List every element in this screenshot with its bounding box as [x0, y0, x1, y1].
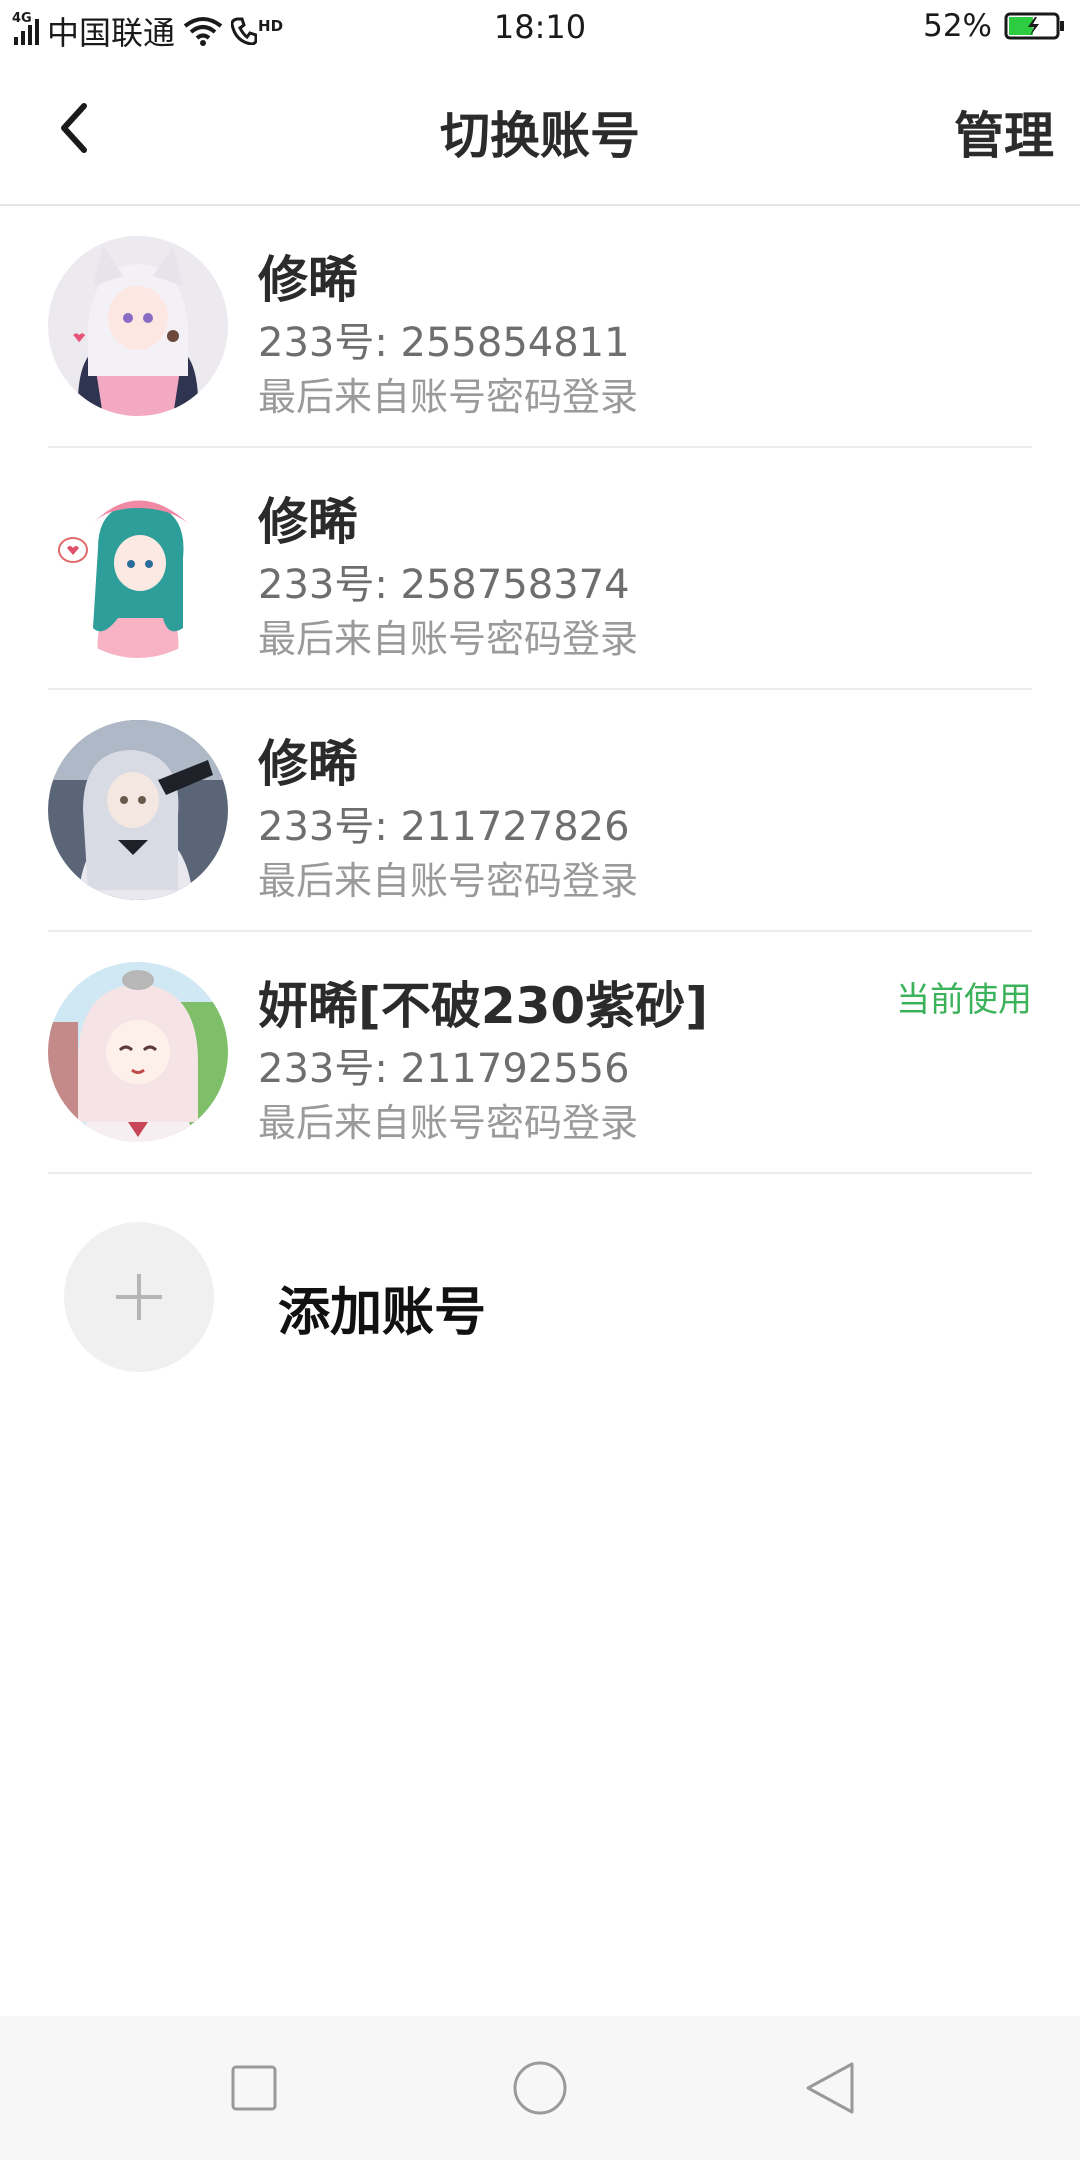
- status-bar: 4G 中国联通 HD 18:10 52%: [0, 0, 1080, 56]
- recents-square-icon: [231, 2065, 277, 2111]
- manage-button[interactable]: 管理: [954, 96, 1054, 168]
- account-row[interactable]: 修晞 233号: 258758374 最后来自账号密码登录: [48, 448, 1032, 690]
- account-id: 233号: 211727826: [258, 804, 630, 850]
- account-name: 妍晞[不破230紫砂]: [258, 977, 709, 1035]
- account-login-source: 最后来自账号密码登录: [258, 617, 639, 661]
- account-id: 233号: 258758374: [258, 562, 630, 608]
- back-triangle-icon: [806, 2062, 854, 2114]
- account-id: 233号: 211792556: [258, 1046, 630, 1092]
- system-nav-bar: [0, 2016, 1080, 2160]
- account-login-source: 最后来自账号密码登录: [258, 375, 639, 419]
- status-right: 52%: [923, 8, 1066, 44]
- avatar: [48, 720, 228, 900]
- account-id: 233号: 255854811: [258, 320, 630, 366]
- home-circle-icon: [513, 2061, 567, 2115]
- screen: 4G 中国联通 HD 18:10 52% 切换账号 管理 修晞 233号: 25…: [0, 0, 1080, 2160]
- status-time: 18:10: [493, 8, 587, 46]
- account-login-source: 最后来自账号密码登录: [258, 859, 639, 903]
- home-button[interactable]: [502, 2050, 578, 2126]
- account-list: 修晞 233号: 255854811 最后来自账号密码登录 修晞 233号: 2…: [0, 206, 1080, 1174]
- add-account-circle: [64, 1222, 214, 1372]
- plus-icon: [116, 1274, 162, 1320]
- account-row[interactable]: 修晞 233号: 211727826 最后来自账号密码登录: [48, 690, 1032, 932]
- recents-button[interactable]: [216, 2050, 292, 2126]
- battery-percent: 52%: [923, 8, 992, 44]
- add-account-label: 添加账号: [278, 1283, 487, 1343]
- add-account-button[interactable]: 添加账号: [64, 1222, 1024, 1372]
- title-bar: 切换账号 管理: [0, 56, 1080, 206]
- account-row[interactable]: 妍晞[不破230紫砂] 233号: 211792556 最后来自账号密码登录 当…: [48, 932, 1032, 1174]
- account-name: 修晞: [258, 735, 358, 793]
- avatar: [48, 236, 228, 416]
- account-row[interactable]: 修晞 233号: 255854811 最后来自账号密码登录: [48, 206, 1032, 448]
- current-account-badge: 当前使用: [896, 980, 1032, 1020]
- avatar: [48, 478, 228, 658]
- avatar: [48, 962, 228, 1142]
- account-login-source: 最后来自账号密码登录: [258, 1101, 639, 1145]
- back-nav-button[interactable]: [792, 2050, 868, 2126]
- battery-icon: [1004, 12, 1064, 40]
- page-title: 切换账号: [440, 107, 640, 165]
- account-name: 修晞: [258, 251, 358, 309]
- account-name: 修晞: [258, 493, 358, 551]
